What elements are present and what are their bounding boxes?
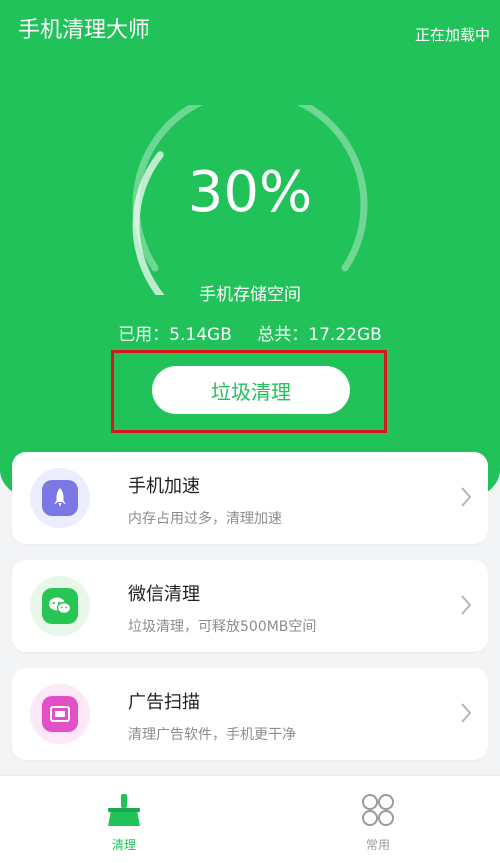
- used-storage: 已用：5.14GB: [118, 325, 232, 345]
- phone-boost-icon-badge: [30, 468, 90, 528]
- chevron-right-icon: [461, 595, 472, 615]
- loading-status: 正在加载中: [414, 26, 490, 44]
- bottom-tab-bar: 清理 常用: [0, 775, 500, 863]
- wechat-icon: [42, 588, 78, 624]
- tab-clean[interactable]: 清理: [64, 776, 184, 863]
- feature-title: 微信清理: [128, 584, 200, 605]
- total-storage: 总共：17.22GB: [257, 325, 382, 345]
- tab-common[interactable]: 常用: [318, 776, 438, 863]
- ad-scan-icon-badge: [30, 684, 90, 744]
- storage-usage: 已用：5.14GB 总共：17.22GB: [0, 320, 500, 345]
- rocket-icon: [42, 480, 78, 516]
- chevron-right-icon: [461, 487, 472, 507]
- feature-card-ad-scan[interactable]: 广告扫描 清理广告软件，手机更干净: [12, 668, 488, 760]
- feature-title: 广告扫描: [128, 692, 200, 713]
- chevron-right-icon: [461, 703, 472, 723]
- feature-desc: 垃圾清理，可释放500MB空间: [128, 619, 317, 635]
- tab-label: 清理: [111, 838, 136, 852]
- storage-percent: 30%: [187, 160, 313, 225]
- feature-card-phone-boost[interactable]: 手机加速 内存占用过多，清理加速: [12, 452, 488, 544]
- tab-label: 常用: [365, 838, 390, 852]
- feature-desc: 清理广告软件，手机更干净: [128, 727, 296, 743]
- feature-desc: 内存占用过多，清理加速: [128, 511, 282, 527]
- ad-icon: [42, 696, 78, 732]
- storage-label: 手机存储空间: [199, 285, 301, 305]
- grid-icon: [362, 794, 394, 826]
- broom-icon: [108, 794, 140, 826]
- wechat-clean-icon-badge: [30, 576, 90, 636]
- storage-hero: 手机清理大师 正在加载中 30% 手机存储空间 已用：5.14GB 总共：17.…: [0, 0, 500, 500]
- app-title: 手机清理大师: [18, 18, 151, 43]
- feature-title: 手机加速: [128, 476, 200, 497]
- feature-card-wechat-clean[interactable]: 微信清理 垃圾清理，可释放500MB空间: [12, 560, 488, 652]
- junk-clean-button[interactable]: 垃圾清理: [152, 366, 350, 414]
